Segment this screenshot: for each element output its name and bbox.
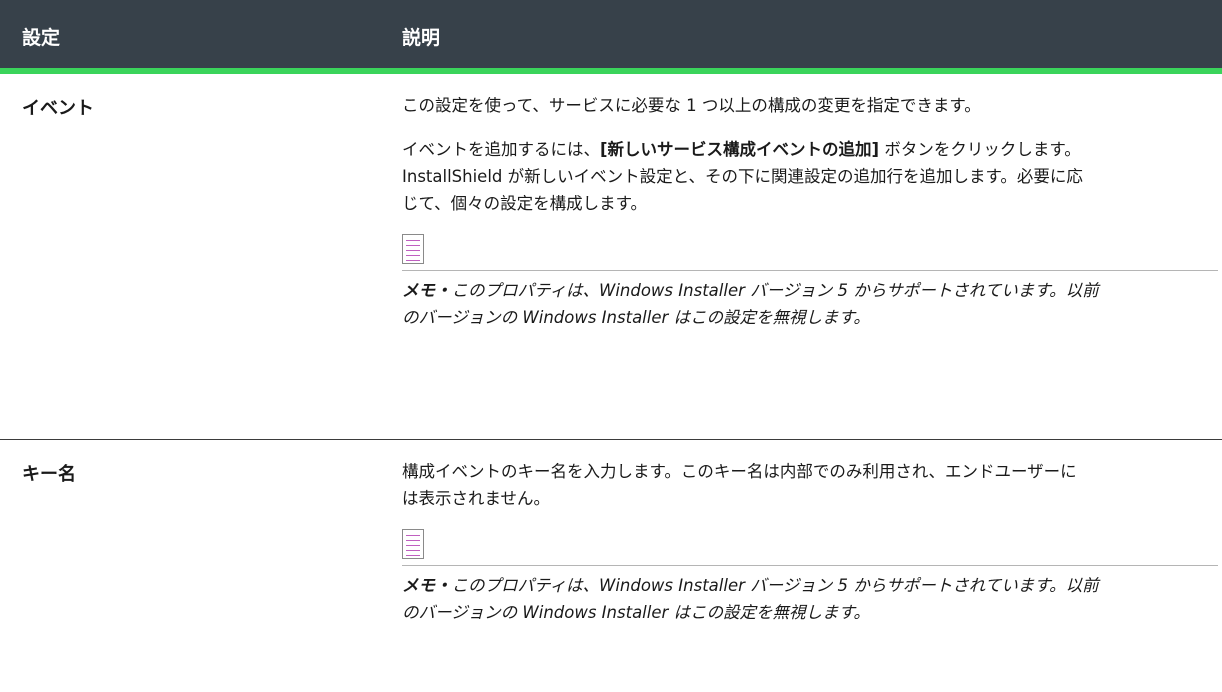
table-header: 設定 説明 — [0, 0, 1222, 74]
header-setting: 設定 — [22, 27, 61, 49]
note-label: メモ・ — [402, 576, 452, 595]
note-icon — [402, 234, 424, 264]
note-divider — [402, 565, 1218, 566]
header-description: 説明 — [402, 27, 441, 49]
note-label: メモ・ — [402, 281, 452, 300]
note-text: このプロパティは、Windows Installer バージョン 5 からサポー… — [402, 576, 1099, 622]
description-paragraph: 構成イベントのキー名を入力します。このキー名は内部でのみ利用され、エンドユーザー… — [402, 462, 1077, 508]
description-paragraph: この設定を使って、サービスに必要な 1 つ以上の構成の変更を指定できます。 — [402, 96, 981, 115]
note-text: このプロパティは、Windows Installer バージョン 5 からサポー… — [402, 281, 1099, 327]
note-divider — [402, 270, 1218, 271]
note: メモ・このプロパティは、Windows Installer バージョン 5 から… — [402, 572, 1102, 626]
table-row: キー名 構成イベントのキー名を入力します。このキー名は内部でのみ利用され、エンド… — [0, 440, 1222, 692]
text-span: イベントを追加するには、 — [402, 140, 600, 159]
note: メモ・このプロパティは、Windows Installer バージョン 5 から… — [402, 277, 1102, 331]
setting-description: 構成イベントのキー名を入力します。このキー名は内部でのみ利用され、エンドユーザー… — [402, 458, 1218, 626]
settings-table: 設定 説明 イベント この設定を使って、サービスに必要な 1 つ以上の構成の変更… — [0, 0, 1222, 692]
description-paragraph: イベントを追加するには、[新しいサービス構成イベントの追加] ボタンをクリックし… — [402, 136, 1092, 217]
button-reference: [新しいサービス構成イベントの追加] — [600, 140, 880, 159]
setting-name: イベント — [22, 98, 94, 119]
setting-name: キー名 — [22, 464, 76, 485]
setting-description: この設定を使って、サービスに必要な 1 つ以上の構成の変更を指定できます。 イベ… — [402, 92, 1218, 331]
table-row: イベント この設定を使って、サービスに必要な 1 つ以上の構成の変更を指定できま… — [0, 74, 1222, 440]
note-icon — [402, 529, 424, 559]
